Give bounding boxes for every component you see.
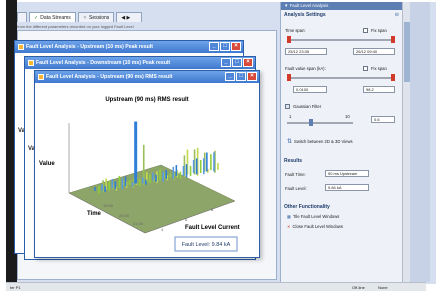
minimize-button[interactable]: _ <box>209 42 219 51</box>
status-none: None <box>378 285 388 290</box>
window-icon <box>18 44 24 50</box>
fault-value-label: Fault value span (kA): <box>285 66 326 71</box>
gaussian-checkbox[interactable] <box>285 104 290 109</box>
gauss-min-label: 1 <box>289 114 292 119</box>
minimize-button[interactable]: _ <box>225 72 235 81</box>
close-button[interactable]: × <box>247 72 257 81</box>
chart-title: Upstream (90 ms) RMS result <box>105 97 188 103</box>
fault-slider-start[interactable] <box>287 74 291 81</box>
window-titlebar[interactable]: Fault Level Analysis - Upstream (10 ms) … <box>15 41 243 53</box>
time-tick: 19:00 <box>103 203 114 208</box>
scrollbar-thumb[interactable] <box>404 22 410 82</box>
close-x-icon: ✕ <box>287 224 291 229</box>
fault-max-input[interactable]: 98.2 <box>363 86 395 93</box>
time-tick: 21:00 <box>133 221 144 226</box>
tab-blank[interactable] <box>17 12 27 22</box>
data-streams-icon: ✓ <box>34 14 39 21</box>
tab-sessions[interactable]: ✕ Sessions <box>77 12 115 22</box>
fault-time-value: 90 ms Upstream <box>325 170 369 177</box>
status-left: ter P1 <box>10 285 21 290</box>
time-start-input[interactable]: 25/12 23:35 <box>285 48 327 55</box>
time-slider-track[interactable] <box>287 39 395 41</box>
maximize-button[interactable]: □ <box>232 58 242 67</box>
time-span-label: Time span: <box>285 28 306 33</box>
fix-span-label: Fix span <box>371 28 387 33</box>
time-tick: 20:00 <box>119 213 130 218</box>
peak-info-text: Fault Level: 9.84 kA <box>182 242 231 248</box>
fault-level-label: Fault Level: <box>285 186 307 191</box>
fault-slider-track[interactable] <box>287 77 395 79</box>
other-functionality-title: Other Functionality <box>284 204 330 210</box>
tile-icon: ▦ <box>287 214 291 219</box>
fix-span-2-label: Fix span <box>371 66 387 71</box>
tab-row: ✓ Data Streams ✕ Sessions ◀ ▶ <box>17 12 187 22</box>
results-title: Results <box>284 158 303 164</box>
switch-view-link[interactable]: ⇅ Switch between 2D & 3D Views <box>287 138 353 145</box>
fault-tick: 4 <box>161 227 164 232</box>
window-icon <box>28 60 34 66</box>
sessions-icon: ✕ <box>82 14 87 21</box>
chart-3d[interactable]: Upstream (90 ms) RMS result Value Time F… <box>35 83 259 257</box>
subtext: from the different parameters recorded o… <box>17 24 134 29</box>
gauss-value-input[interactable]: 0.6 <box>371 116 395 123</box>
window-titlebar[interactable]: Fault Level Analysis - Upstream (90 ms) … <box>35 71 259 83</box>
fault-slider-end[interactable] <box>391 74 395 81</box>
fault-min-input[interactable]: 0.0100 <box>293 86 327 93</box>
close-windows-link[interactable]: ✕ Close Fault Level Windows <box>287 224 343 229</box>
fault-level-value: 9.84 kA <box>325 184 369 191</box>
fix-span-2-checkbox[interactable] <box>363 66 368 71</box>
window-upstream-rms[interactable]: Fault Level Analysis - Upstream (90 ms) … <box>34 70 260 258</box>
y-axis-label: Fault Level Current <box>185 225 240 231</box>
tab-nav[interactable]: ◀ ▶ <box>116 12 143 22</box>
fault-time-label: Fault Time: <box>285 172 306 177</box>
gauss-max-label: 10 <box>345 114 350 119</box>
view-toggle-icon: ⇅ <box>287 139 293 145</box>
x-axis-label: Time <box>87 211 102 217</box>
time-end-input[interactable]: 26/12 09:40 <box>353 48 395 55</box>
gaussian-label: Gaussian Filter <box>293 104 322 109</box>
status-bar: ter P1 Off-line None <box>6 282 426 291</box>
gauss-slider-track[interactable] <box>287 122 353 124</box>
maximize-button[interactable]: □ <box>220 42 230 51</box>
status-offline: Off-line <box>352 285 365 290</box>
fix-span-checkbox[interactable] <box>363 28 368 33</box>
window-titlebar[interactable]: Fault Level Analysis - Downstream (10 ms… <box>25 57 255 69</box>
z-axis-label: Value <box>39 161 55 167</box>
gauss-slider-knob[interactable] <box>309 119 313 126</box>
minimize-button[interactable]: _ <box>221 58 231 67</box>
panel-header[interactable]: ▼ Fault Level Analysis <box>281 2 402 10</box>
panel-scrollbar[interactable] <box>402 2 410 282</box>
analysis-side-panel: ▼ Fault Level Analysis Analysis Settings… <box>280 2 402 282</box>
floor-plane <box>68 164 236 234</box>
time-slider-start[interactable] <box>287 36 291 43</box>
tab-data-streams[interactable]: ✓ Data Streams <box>29 12 76 22</box>
tile-windows-link[interactable]: ▦ Tile Fault Level Windows <box>287 214 339 219</box>
close-button[interactable]: × <box>231 42 241 51</box>
time-slider-end[interactable] <box>391 36 395 43</box>
window-icon <box>38 74 44 80</box>
right-edge-strip <box>410 2 430 282</box>
close-button[interactable]: × <box>243 58 253 67</box>
help-icon[interactable]: ⊙ <box>395 12 399 18</box>
maximize-button[interactable]: □ <box>236 72 246 81</box>
analysis-settings-title: Analysis Settings ⊙ <box>284 12 399 18</box>
